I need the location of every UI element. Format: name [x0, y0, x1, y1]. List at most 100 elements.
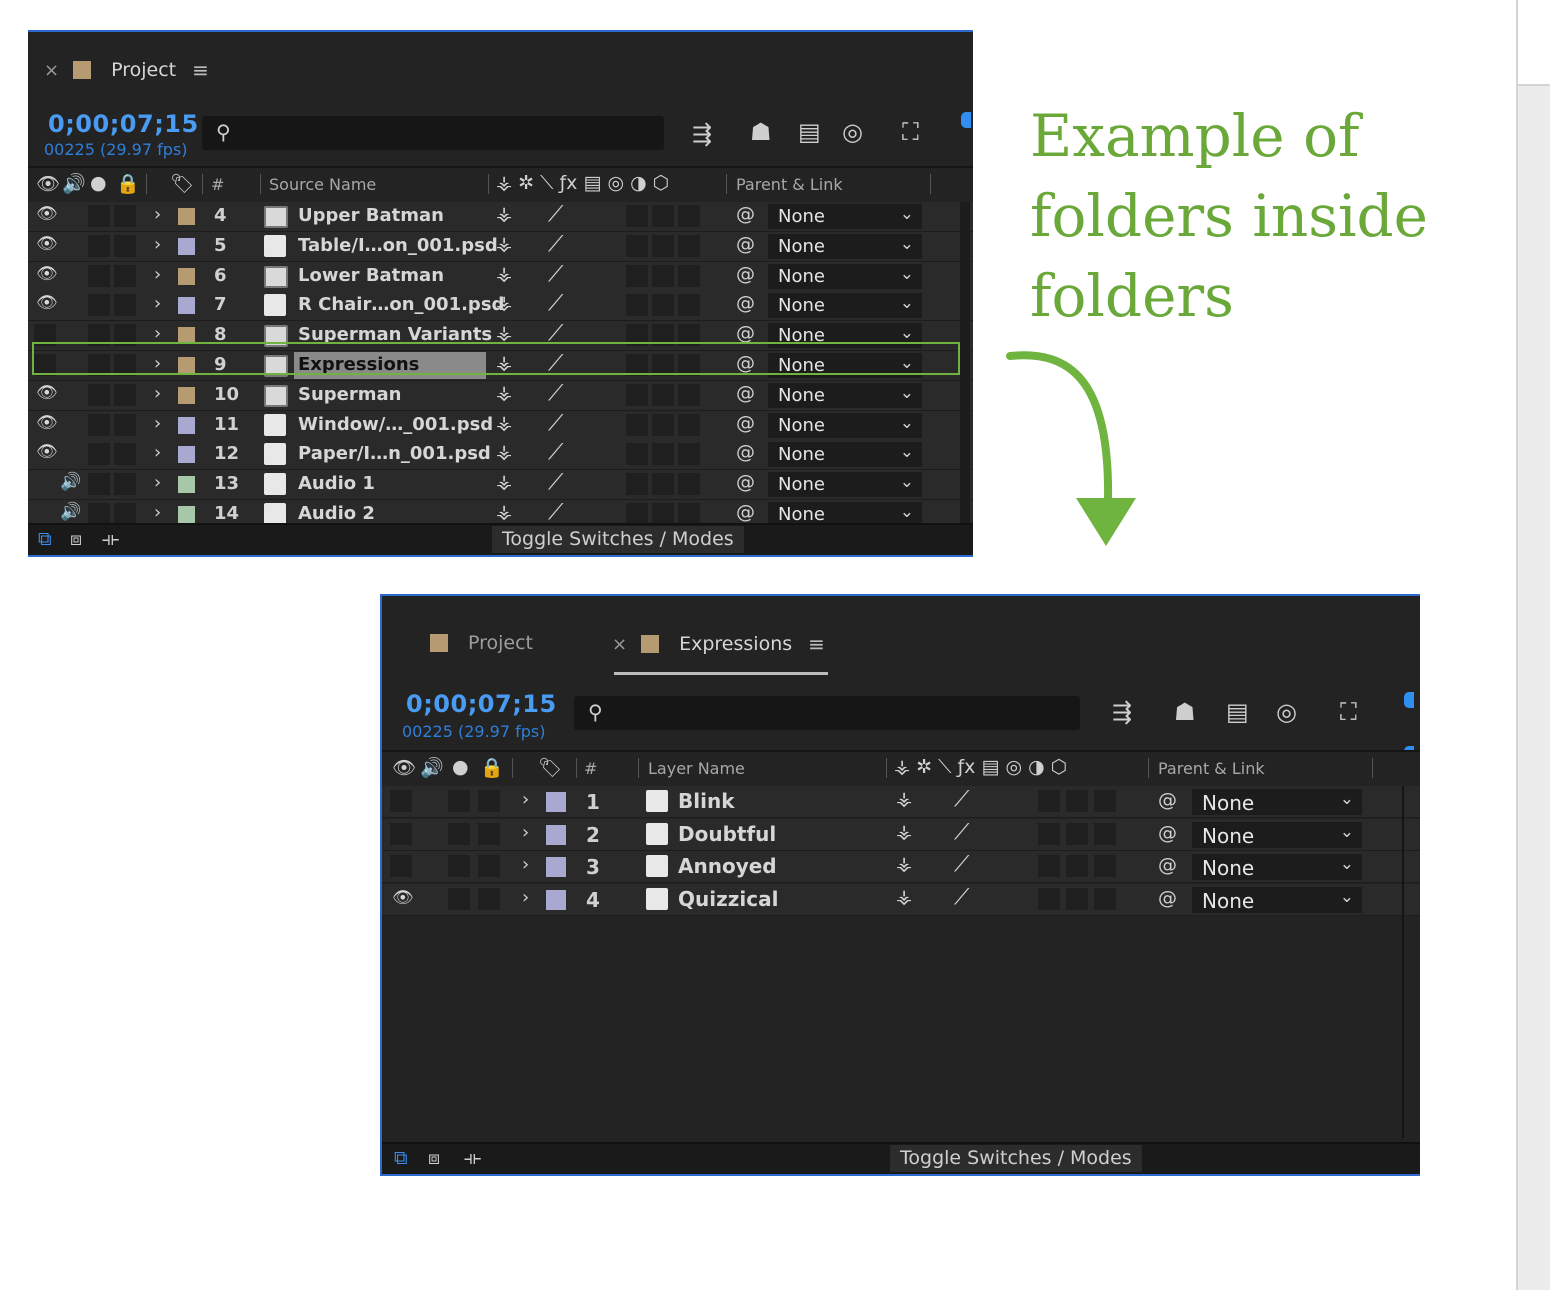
motion-blur-toggle[interactable]	[626, 443, 648, 466]
frame-blending-icon[interactable]: ▤	[798, 118, 821, 146]
expressions-tab[interactable]: × Expressions ≡	[612, 632, 825, 656]
adjustment-toggle[interactable]	[652, 383, 674, 406]
shy-switch-icon[interactable]: ⚶	[896, 853, 912, 875]
quality-switch-icon[interactable]: ⟋	[548, 440, 563, 465]
label-color-swatch[interactable]	[178, 297, 195, 315]
lock-toggle[interactable]	[478, 855, 500, 877]
layer-name[interactable]: Doubtful	[678, 822, 776, 846]
close-icon[interactable]: ×	[44, 60, 59, 81]
audio-column-icon[interactable]: 🔊	[62, 172, 86, 195]
label-color-swatch[interactable]	[178, 237, 195, 255]
motion-blur-toggle[interactable]	[626, 503, 648, 525]
project-tab[interactable]: Project	[430, 632, 533, 654]
frame-blending-icon[interactable]: ▤	[1226, 698, 1249, 726]
motion-blur-toggle[interactable]	[626, 294, 648, 317]
expand-chevron-icon[interactable]: ›	[154, 472, 161, 493]
current-time[interactable]: 0;00;07;15	[406, 690, 557, 718]
lock-toggle[interactable]	[114, 413, 136, 436]
shy-switch-icon[interactable]: ⚶	[896, 886, 912, 908]
transfer-controls-icon[interactable]: ⧈	[70, 528, 82, 550]
solo-toggle[interactable]	[88, 413, 110, 436]
lock-toggle[interactable]	[478, 790, 500, 812]
solo-toggle[interactable]	[448, 790, 470, 812]
motion-blur-toggle[interactable]	[1038, 887, 1060, 910]
panel-menu-icon[interactable]: ≡	[192, 58, 209, 82]
pick-whip-icon[interactable]: @	[1158, 789, 1177, 811]
label-color-swatch[interactable]	[546, 857, 566, 877]
motion-blur-toggle[interactable]	[626, 264, 648, 287]
3d-toggle[interactable]	[678, 503, 700, 525]
layer-name[interactable]: Upper Batman	[298, 205, 444, 226]
shy-switch-icon[interactable]: ⚶	[496, 292, 512, 314]
motion-blur-icon[interactable]: ◎	[842, 118, 863, 146]
expand-chevron-icon[interactable]: ›	[522, 854, 529, 875]
parent-select[interactable]: None ⌄	[768, 263, 922, 289]
in-out-icon[interactable]: ⟛	[102, 528, 119, 550]
eye-icon[interactable]: 👁	[36, 442, 58, 462]
layer-row[interactable]: 👁 › 12 Paper/I…n_001.psd ⚶ ⟋ @ None ⌄	[28, 440, 973, 471]
eye-icon[interactable]: 👁	[36, 204, 58, 224]
close-icon[interactable]: ×	[612, 634, 627, 655]
shy-switch-icon[interactable]: ⚶	[496, 412, 512, 434]
motion-blur-toggle[interactable]	[1038, 790, 1060, 812]
adjustment-toggle[interactable]	[1066, 855, 1088, 877]
quality-switch-icon[interactable]: ⟋	[954, 885, 969, 910]
layer-name-header[interactable]: Layer Name	[648, 759, 745, 778]
shy-switch-icon[interactable]: ⚶	[496, 263, 512, 285]
shy-switch-icon[interactable]: ⚶	[496, 322, 512, 344]
graph-editor-icon[interactable]: ⛶	[902, 118, 919, 146]
layer-name[interactable]: Superman	[298, 384, 401, 405]
label-color-swatch[interactable]	[546, 792, 566, 812]
eye-toggle[interactable]	[390, 855, 412, 877]
layer-row[interactable]: › 1 Blink ⚶ ⟋ @ None ⌄	[382, 786, 1420, 818]
quality-switch-icon[interactable]: ⟋	[954, 820, 969, 845]
quality-switch-icon[interactable]: ⟋	[548, 500, 563, 525]
pick-whip-icon[interactable]: @	[1158, 854, 1177, 876]
parent-link-header[interactable]: Parent & Link	[1158, 759, 1265, 778]
shy-switch-icon[interactable]: ⚶	[496, 501, 512, 523]
3d-toggle[interactable]	[1094, 855, 1116, 877]
lock-column-icon[interactable]: 🔒	[116, 172, 140, 195]
search-input[interactable]: ⚲	[202, 116, 664, 150]
layer-name[interactable]: R Chair…on_001.psd	[298, 294, 504, 315]
layer-row[interactable]: 👁 › 4 Upper Batman ⚶ ⟋ @ None ⌄	[28, 202, 973, 232]
eye-icon[interactable]: 👁	[36, 293, 58, 313]
quality-switch-icon[interactable]: ⟋	[548, 202, 563, 227]
shy-switch-icon[interactable]: ⚶	[496, 382, 512, 404]
solo-toggle[interactable]	[88, 264, 110, 287]
quality-switch-icon[interactable]: ⟋	[548, 470, 563, 495]
eye-icon[interactable]: 👁	[36, 264, 58, 284]
layer-row[interactable]: 🔊 › 13 Audio 1 ⚶ ⟋ @ None ⌄	[28, 470, 973, 501]
quality-switch-icon[interactable]: ⟋	[548, 262, 563, 287]
toggle-switches-modes[interactable]: Toggle Switches / Modes	[890, 1145, 1142, 1172]
eye-column-icon[interactable]: 👁	[36, 172, 60, 195]
audio-icon[interactable]: 🔊	[60, 472, 81, 492]
adjustment-toggle[interactable]	[652, 234, 674, 257]
adjustment-toggle[interactable]	[652, 205, 674, 227]
search-input[interactable]: ⚲	[574, 696, 1080, 730]
pick-whip-icon[interactable]: @	[736, 382, 755, 404]
parent-select[interactable]: None ⌄	[768, 442, 922, 468]
layer-switches-icon[interactable]: ⧉	[394, 1147, 408, 1169]
lock-toggle[interactable]	[478, 887, 500, 910]
3d-toggle[interactable]	[678, 205, 700, 227]
label-color-swatch[interactable]	[178, 267, 195, 285]
layer-name[interactable]: Table/I…on_001.psd	[298, 235, 498, 256]
parent-link-header[interactable]: Parent & Link	[736, 175, 843, 194]
parent-select[interactable]: None ⌄	[768, 412, 922, 438]
shy-layers-icon[interactable]: ☗	[750, 118, 772, 146]
layer-name[interactable]: Window/…_001.psd	[298, 414, 493, 435]
adjustment-toggle[interactable]	[652, 294, 674, 317]
layer-name[interactable]: Annoyed	[678, 854, 777, 878]
adjustment-toggle[interactable]	[652, 503, 674, 525]
solo-column-icon[interactable]: ●	[452, 756, 469, 778]
adjustment-toggle[interactable]	[1066, 887, 1088, 910]
layer-name[interactable]: Lower Batman	[298, 265, 444, 286]
parent-select[interactable]: None ⌄	[768, 233, 922, 259]
solo-toggle[interactable]	[88, 473, 110, 496]
expand-chevron-icon[interactable]: ›	[154, 204, 161, 225]
motion-blur-toggle[interactable]	[626, 383, 648, 406]
motion-blur-toggle[interactable]	[1038, 855, 1060, 877]
current-time[interactable]: 0;00;07;15	[48, 110, 199, 138]
label-color-swatch[interactable]	[178, 208, 195, 225]
